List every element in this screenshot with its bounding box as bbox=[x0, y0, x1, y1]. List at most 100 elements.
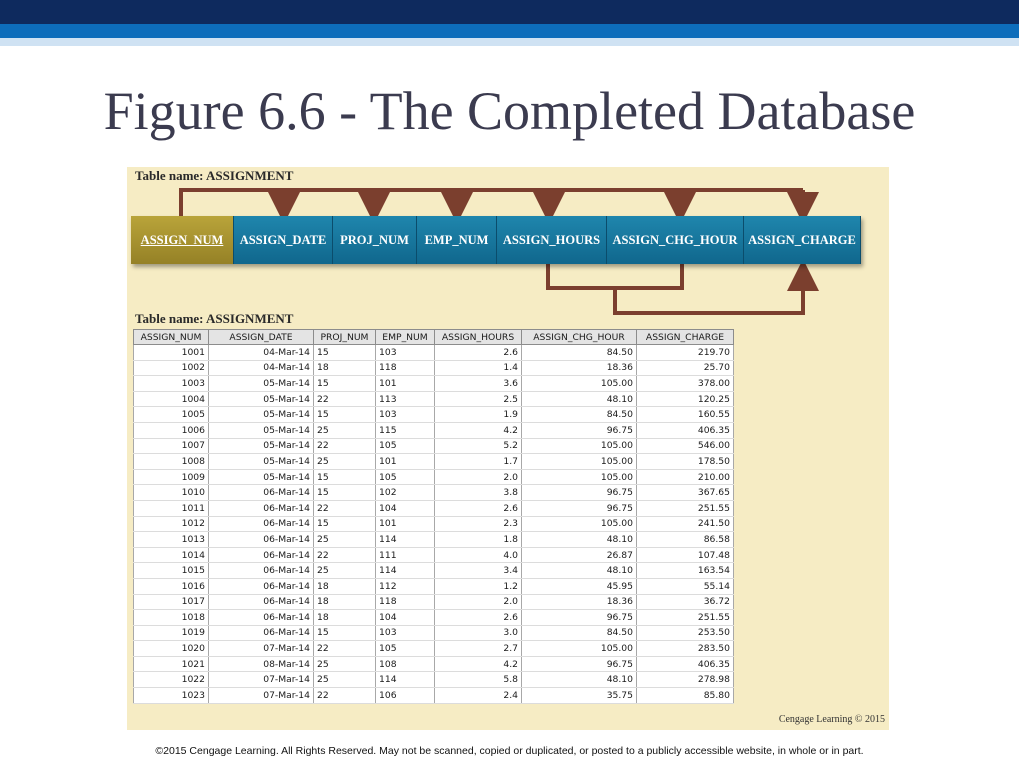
cell-assign-chg-hour: 96.75 bbox=[521, 656, 637, 673]
cell-assign-date: 06-Mar-14 bbox=[208, 531, 314, 548]
table-row: 1010 06-Mar-14 15 102 3.8 96.75 367.65 bbox=[133, 484, 734, 501]
table-row: 1001 04-Mar-14 15 103 2.6 84.50 219.70 bbox=[133, 344, 734, 361]
cell-assign-chg-hour: 96.75 bbox=[521, 500, 637, 517]
cell-assign-hours: 1.7 bbox=[434, 453, 522, 470]
column-assign-hours: ASSIGN_HOURS bbox=[497, 216, 607, 264]
cell-proj-num: 25 bbox=[313, 453, 376, 470]
column-assign-chg-hour: ASSIGN_CHG_HOUR bbox=[607, 216, 744, 264]
cell-assign-charge: 367.65 bbox=[636, 484, 734, 501]
table-row: 1006 05-Mar-14 25 115 4.2 96.75 406.35 bbox=[133, 422, 734, 439]
cell-proj-num: 25 bbox=[313, 422, 376, 439]
column-assign-num: ASSIGN_NUM bbox=[131, 216, 234, 264]
cell-assign-charge: 120.25 bbox=[636, 391, 734, 408]
header-band-dark bbox=[0, 0, 1019, 24]
cell-proj-num: 22 bbox=[313, 438, 376, 455]
cell-assign-chg-hour: 96.75 bbox=[521, 422, 637, 439]
cell-assign-charge: 406.35 bbox=[636, 422, 734, 439]
cell-assign-charge: 36.72 bbox=[636, 594, 734, 611]
cell-assign-chg-hour: 105.00 bbox=[521, 375, 637, 392]
cell-assign-charge: 55.14 bbox=[636, 578, 734, 595]
cell-proj-num: 18 bbox=[313, 578, 376, 595]
cell-assign-hours: 2.6 bbox=[434, 500, 522, 517]
cell-assign-num: 1003 bbox=[133, 375, 209, 392]
cell-assign-num: 1018 bbox=[133, 609, 209, 626]
cell-proj-num: 25 bbox=[313, 562, 376, 579]
cell-emp-num: 106 bbox=[375, 687, 435, 704]
cell-assign-hours: 2.4 bbox=[434, 687, 522, 704]
cell-assign-num: 1015 bbox=[133, 562, 209, 579]
cell-proj-num: 25 bbox=[313, 671, 376, 689]
cell-proj-num: 15 bbox=[313, 516, 376, 533]
cell-assign-date: 08-Mar-14 bbox=[208, 656, 314, 673]
derived-charge-arrow bbox=[613, 259, 819, 315]
credit-line: Cengage Learning © 2015 bbox=[778, 714, 885, 725]
cell-assign-num: 1019 bbox=[133, 625, 209, 642]
cell-assign-date: 06-Mar-14 bbox=[208, 500, 314, 517]
cell-assign-date: 07-Mar-14 bbox=[208, 687, 314, 704]
cell-assign-chg-hour: 105.00 bbox=[521, 640, 637, 657]
table-row: 1011 06-Mar-14 22 104 2.6 96.75 251.55 bbox=[133, 500, 734, 517]
cell-assign-chg-hour: 96.75 bbox=[521, 484, 637, 501]
cell-assign-date: 06-Mar-14 bbox=[208, 516, 314, 533]
cell-assign-num: 1017 bbox=[133, 594, 209, 611]
cell-emp-num: 101 bbox=[375, 375, 435, 392]
table-row: 1020 07-Mar-14 22 105 2.7 105.00 283.50 bbox=[133, 640, 734, 657]
cell-proj-num: 25 bbox=[313, 656, 376, 673]
table-row: 1021 08-Mar-14 25 108 4.2 96.75 406.35 bbox=[133, 656, 734, 673]
cell-assign-chg-hour: 105.00 bbox=[521, 453, 637, 470]
cell-assign-hours: 2.3 bbox=[434, 516, 522, 533]
cell-assign-hours: 4.2 bbox=[434, 422, 522, 439]
cell-proj-num: 15 bbox=[313, 484, 376, 501]
cell-assign-num: 1020 bbox=[133, 640, 209, 657]
cell-assign-chg-hour: 105.00 bbox=[521, 516, 637, 533]
cell-assign-num: 1011 bbox=[133, 500, 209, 517]
cell-assign-num: 1012 bbox=[133, 516, 209, 533]
cell-assign-charge: 241.50 bbox=[636, 516, 734, 533]
cell-proj-num: 22 bbox=[313, 500, 376, 517]
slide-title: Figure 6.6 - The Completed Database bbox=[103, 81, 916, 141]
cell-emp-num: 101 bbox=[375, 453, 435, 470]
table-row: 1016 06-Mar-14 18 112 1.2 45.95 55.14 bbox=[133, 578, 734, 595]
column-assign-charge: ASSIGN_CHARGE bbox=[744, 216, 861, 264]
cell-assign-hours: 1.8 bbox=[434, 531, 522, 548]
hours-chghour-bracket bbox=[546, 264, 684, 290]
cell-proj-num: 18 bbox=[313, 609, 376, 626]
cell-assign-num: 1006 bbox=[133, 422, 209, 439]
cell-emp-num: 105 bbox=[375, 469, 435, 486]
cell-assign-charge: 210.00 bbox=[636, 469, 734, 486]
table-row: 1007 05-Mar-14 22 105 5.2 105.00 546.00 bbox=[133, 438, 734, 455]
cell-assign-charge: 86.58 bbox=[636, 531, 734, 548]
cell-assign-hours: 2.5 bbox=[434, 391, 522, 408]
cell-proj-num: 18 bbox=[313, 594, 376, 611]
cell-proj-num: 15 bbox=[313, 625, 376, 642]
cell-assign-date: 05-Mar-14 bbox=[208, 391, 314, 408]
cell-assign-date: 05-Mar-14 bbox=[208, 406, 314, 423]
table-header-row: ASSIGN_NUM ASSIGN_DATE PROJ_NUM EMP_NUM … bbox=[133, 329, 734, 345]
cell-assign-charge: 25.70 bbox=[636, 360, 734, 377]
cell-assign-hours: 1.2 bbox=[434, 578, 522, 595]
cell-proj-num: 22 bbox=[313, 687, 376, 704]
cell-assign-hours: 5.8 bbox=[434, 671, 522, 689]
cell-assign-hours: 4.2 bbox=[434, 656, 522, 673]
cell-proj-num: 22 bbox=[313, 640, 376, 657]
assignment-table: ASSIGN_NUM ASSIGN_DATE PROJ_NUM EMP_NUM … bbox=[133, 329, 734, 704]
cell-emp-num: 105 bbox=[375, 640, 435, 657]
header-emp-num: EMP_NUM bbox=[375, 329, 435, 345]
cell-emp-num: 114 bbox=[375, 671, 435, 689]
table-row: 1018 06-Mar-14 18 104 2.6 96.75 251.55 bbox=[133, 609, 734, 626]
cell-emp-num: 114 bbox=[375, 531, 435, 548]
cell-assign-hours: 4.0 bbox=[434, 547, 522, 564]
cell-assign-charge: 107.48 bbox=[636, 547, 734, 564]
cell-assign-charge: 406.35 bbox=[636, 656, 734, 673]
cell-assign-hours: 2.0 bbox=[434, 594, 522, 611]
cell-proj-num: 25 bbox=[313, 531, 376, 548]
cell-emp-num: 111 bbox=[375, 547, 435, 564]
table-row: 1005 05-Mar-14 15 103 1.9 84.50 160.55 bbox=[133, 406, 734, 423]
copyright-footer: ©2015 Cengage Learning. All Rights Reser… bbox=[155, 745, 864, 757]
cell-assign-chg-hour: 18.36 bbox=[521, 360, 637, 377]
cell-assign-charge: 163.54 bbox=[636, 562, 734, 579]
cell-assign-date: 05-Mar-14 bbox=[208, 438, 314, 455]
cell-assign-hours: 3.0 bbox=[434, 625, 522, 642]
cell-assign-charge: 378.00 bbox=[636, 375, 734, 392]
cell-assign-hours: 3.6 bbox=[434, 375, 522, 392]
